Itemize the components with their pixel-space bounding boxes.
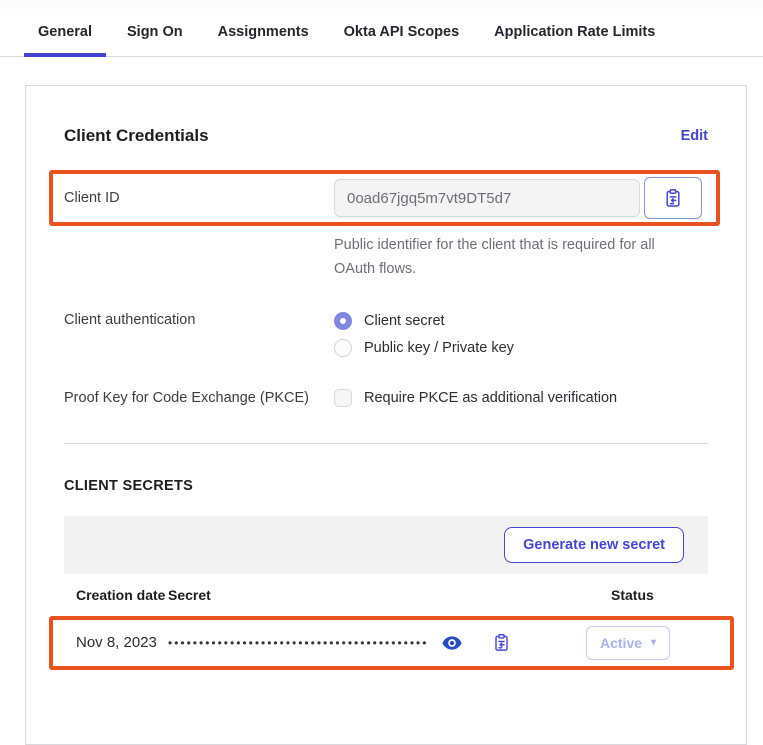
tab-assignments[interactable]: Assignments (218, 10, 309, 56)
client-id-field-group (334, 177, 708, 219)
radio-client-secret[interactable]: Client secret (334, 312, 514, 330)
client-authentication-options: Client secret Public key / Private key (334, 312, 514, 357)
pkce-checkbox-label: Require PKCE as additional verification (364, 390, 617, 406)
radio-public-private-key[interactable]: Public key / Private key (334, 339, 514, 357)
header-secret: Secret (168, 587, 586, 603)
client-id-input[interactable] (334, 179, 640, 217)
client-secrets-toolbar: Generate new secret (64, 516, 708, 574)
secret-row-highlight-box: Nov 8, 2023 ••••••••••••••••••••••••••••… (49, 616, 734, 670)
client-id-highlight-box: Client ID (49, 170, 720, 226)
clipboard-copy-icon (492, 633, 511, 653)
header-creation-date: Creation date (76, 587, 168, 603)
header-status: Status (586, 587, 696, 603)
client-authentication-row: Client authentication Client secret Publ… (64, 312, 708, 357)
copy-client-id-button[interactable] (644, 177, 702, 219)
secret-table-row: Nov 8, 2023 ••••••••••••••••••••••••••••… (64, 621, 708, 665)
clipboard-copy-icon (663, 188, 683, 209)
pkce-checkbox-option[interactable]: Require PKCE as additional verification (334, 389, 617, 407)
pkce-label: Proof Key for Code Exchange (PKCE) (64, 390, 334, 406)
tab-okta-api-scopes-label: Okta API Scopes (344, 24, 460, 40)
radio-client-secret-label: Client secret (364, 313, 445, 329)
client-credentials-card: Client Credentials Edit Client ID (25, 85, 747, 745)
checkbox-unchecked-icon[interactable] (334, 389, 352, 407)
tab-assignments-label: Assignments (218, 24, 309, 40)
active-tab-underline (24, 53, 106, 57)
secret-creation-date: Nov 8, 2023 (76, 634, 168, 651)
status-active-dropdown[interactable]: Active ▾ (586, 626, 670, 660)
page-top-strip (0, 0, 763, 9)
eye-icon (442, 636, 462, 650)
generate-new-secret-button[interactable]: Generate new secret (504, 527, 684, 563)
secret-status-cell: Active ▾ (586, 626, 696, 660)
radio-selected-icon[interactable] (334, 312, 352, 330)
client-credentials-title: Client Credentials (64, 126, 209, 146)
client-authentication-label: Client authentication (64, 312, 334, 328)
edit-link[interactable]: Edit (681, 128, 708, 144)
tab-application-rate-limits[interactable]: Application Rate Limits (494, 10, 655, 56)
client-id-label: Client ID (64, 190, 334, 206)
status-active-label: Active (600, 635, 642, 651)
radio-unselected-icon[interactable] (334, 339, 352, 357)
client-id-row: Client ID (64, 177, 708, 219)
masked-secret-value: ••••••••••••••••••••••••••••••••••••••••… (168, 637, 428, 649)
tab-sign-on-label: Sign On (127, 24, 183, 40)
secrets-table-header: Creation date Secret Status (64, 574, 708, 616)
tab-bar: General Sign On Assignments Okta API Sco… (0, 9, 763, 57)
tab-application-rate-limits-label: Application Rate Limits (494, 24, 655, 40)
tab-okta-api-scopes[interactable]: Okta API Scopes (344, 10, 460, 56)
section-divider (64, 443, 708, 444)
client-secrets-title: CLIENT SECRETS (64, 478, 708, 494)
copy-secret-button[interactable] (490, 631, 513, 655)
pkce-row: Proof Key for Code Exchange (PKCE) Requi… (64, 389, 708, 407)
radio-public-private-key-label: Public key / Private key (364, 340, 514, 356)
tab-sign-on[interactable]: Sign On (127, 10, 183, 56)
reveal-secret-button[interactable] (440, 634, 464, 652)
tab-general-label: General (38, 24, 92, 40)
client-credentials-header: Client Credentials Edit (64, 126, 708, 146)
tab-general[interactable]: General (38, 10, 92, 56)
secret-cell: ••••••••••••••••••••••••••••••••••••••••… (168, 631, 586, 655)
chevron-down-icon: ▾ (651, 637, 656, 648)
client-id-help-text: Public identifier for the client that is… (334, 234, 686, 282)
